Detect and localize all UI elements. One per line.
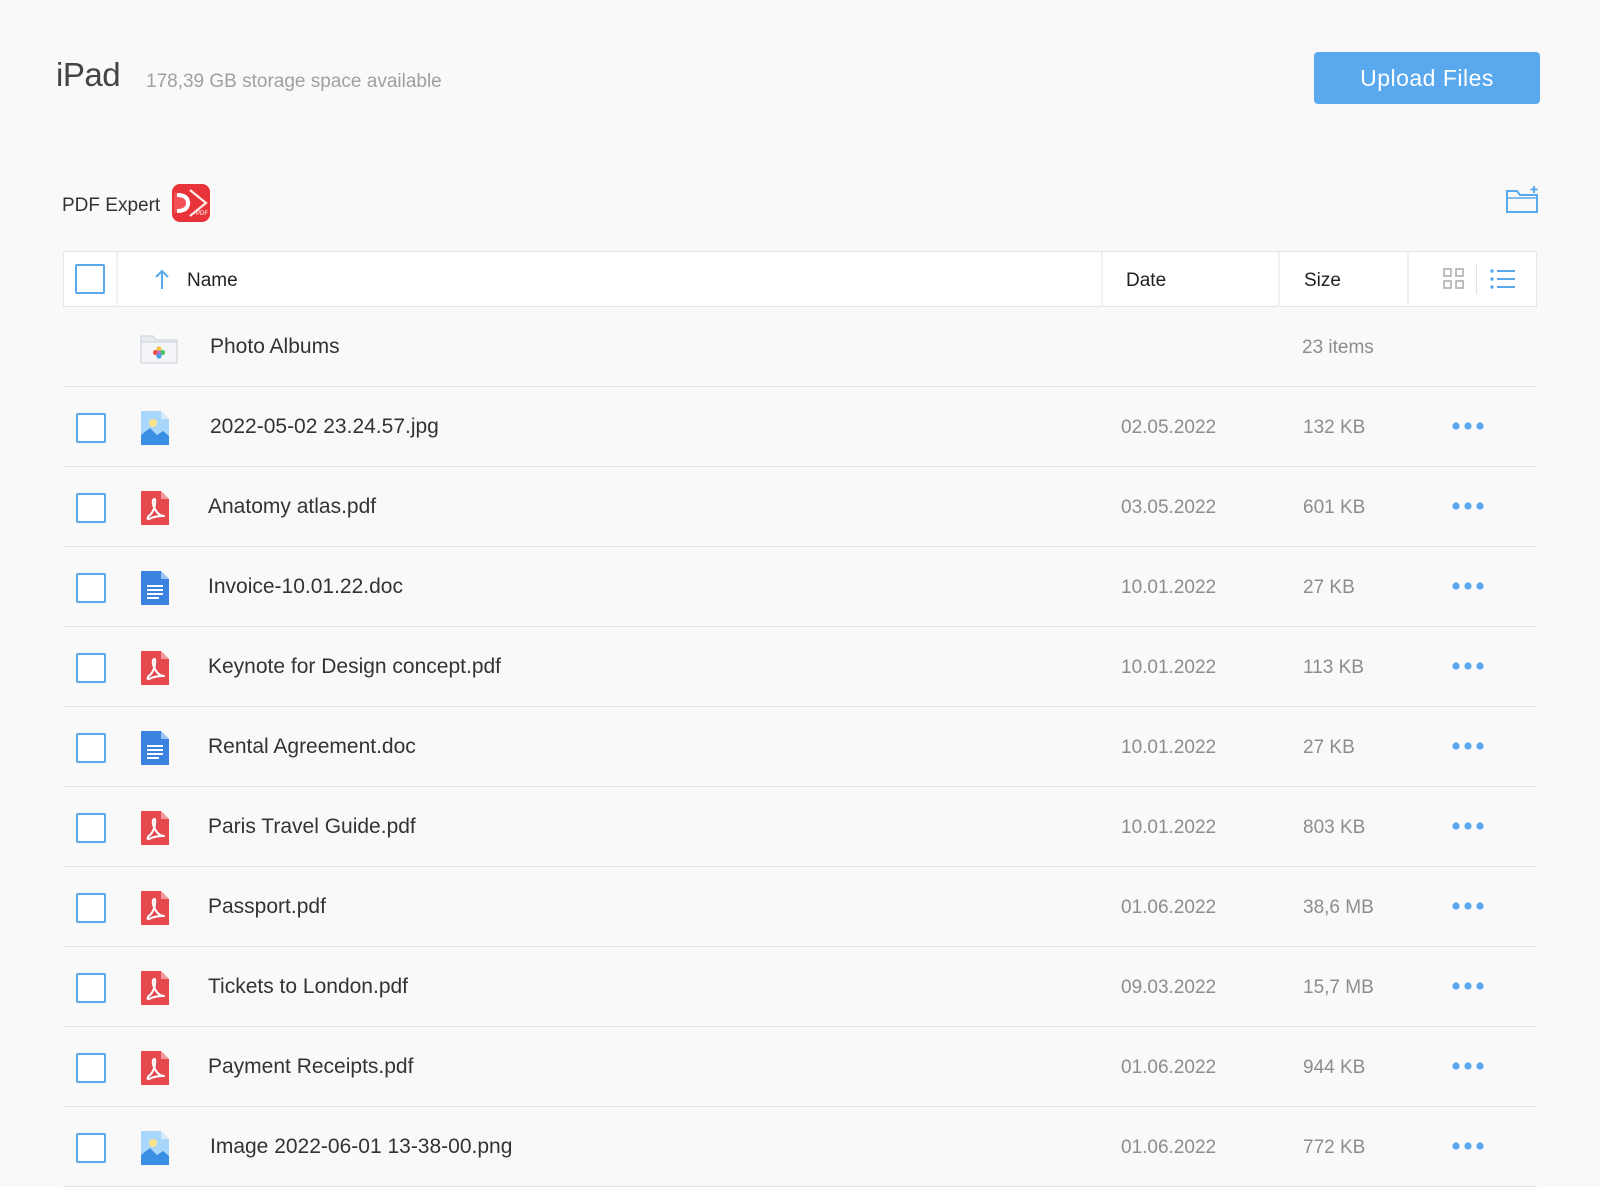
file-date: 10.01.2022	[1121, 577, 1217, 598]
image-file-icon	[141, 411, 169, 445]
toggle-divider	[1476, 264, 1477, 294]
more-options-icon[interactable]	[1451, 737, 1485, 755]
pdf-file-icon	[141, 891, 169, 925]
file-name: Image 2022-06-01 13-38-00.png	[210, 1135, 513, 1158]
pdf-expert-app-icon: PDF	[172, 184, 210, 222]
file-date: 01.06.2022	[1121, 1057, 1217, 1078]
app-name: PDF Expert	[62, 195, 161, 216]
more-options-icon[interactable]	[1451, 577, 1485, 595]
file-date: 10.01.2022	[1121, 817, 1217, 838]
file-date: 02.05.2022	[1121, 417, 1217, 438]
file-size: 113 KB	[1303, 657, 1364, 678]
table-row[interactable]: Invoice-10.01.22.doc 10.01.2022 27 KB	[63, 547, 1537, 627]
pdf-file-icon	[141, 491, 169, 525]
column-header-name[interactable]: Name	[187, 270, 238, 292]
file-size: 15,7 MB	[1303, 977, 1374, 998]
file-size: 944 KB	[1303, 1057, 1366, 1078]
pdf-file-icon	[141, 1051, 169, 1085]
file-name: Anatomy atlas.pdf	[208, 495, 377, 518]
file-size: 772 KB	[1303, 1137, 1366, 1158]
doc-file-icon	[141, 731, 169, 765]
device-name: iPad	[56, 56, 121, 93]
table-row[interactable]: 2022-05-02 23.24.57.jpg 02.05.2022 132 KB	[63, 387, 1537, 467]
column-divider	[1278, 252, 1280, 307]
row-checkbox[interactable]	[76, 573, 106, 603]
file-name: Keynote for Design concept.pdf	[208, 655, 502, 678]
file-date: 03.05.2022	[1121, 497, 1217, 518]
file-size: 27 KB	[1303, 577, 1355, 598]
image-file-icon	[141, 1131, 169, 1165]
column-header-size[interactable]: Size	[1304, 270, 1341, 292]
folder-name: Photo Albums	[210, 335, 340, 358]
row-checkbox[interactable]	[76, 1133, 106, 1163]
doc-file-icon	[141, 571, 169, 605]
more-options-icon[interactable]	[1451, 497, 1485, 515]
file-size: 803 KB	[1303, 817, 1366, 838]
column-divider	[116, 252, 118, 307]
file-date: 09.03.2022	[1121, 977, 1217, 998]
pdf-file-icon	[141, 651, 169, 685]
app-icon-text: PDF	[196, 211, 208, 217]
row-checkbox[interactable]	[76, 493, 106, 523]
row-checkbox[interactable]	[76, 813, 106, 843]
file-date: 10.01.2022	[1121, 657, 1217, 678]
row-checkbox[interactable]	[76, 1053, 106, 1083]
file-size: 601 KB	[1303, 497, 1366, 518]
upload-files-button[interactable]: Upload Files	[1314, 52, 1540, 104]
app-section: PDF Expert PDF	[62, 184, 1540, 224]
table-row[interactable]: Passport.pdf 01.06.2022 38,6 MB	[63, 867, 1537, 947]
file-date: 10.01.2022	[1121, 737, 1217, 758]
column-divider	[1407, 252, 1409, 307]
file-name: Invoice-10.01.22.doc	[208, 575, 403, 598]
file-name: 2022-05-02 23.24.57.jpg	[210, 415, 439, 438]
sort-up-icon[interactable]	[154, 267, 170, 291]
file-name: Passport.pdf	[208, 895, 326, 918]
table-row[interactable]: Anatomy atlas.pdf 03.05.2022 601 KB	[63, 467, 1537, 547]
more-options-icon[interactable]	[1451, 1137, 1485, 1155]
column-header-date[interactable]: Date	[1126, 270, 1166, 292]
more-options-icon[interactable]	[1451, 977, 1485, 995]
row-checkbox[interactable]	[76, 893, 106, 923]
more-options-icon[interactable]	[1451, 417, 1485, 435]
file-table: Name Date Size Photo Albums 23 items 202…	[63, 251, 1537, 1187]
file-date: 01.06.2022	[1121, 1137, 1217, 1158]
table-row[interactable]: Payment Receipts.pdf 01.06.2022 944 KB	[63, 1027, 1537, 1107]
pdf-file-icon	[141, 811, 169, 845]
table-row[interactable]: Tickets to London.pdf 09.03.2022 15,7 MB	[63, 947, 1537, 1027]
table-row[interactable]: Image 2022-06-01 13-38-00.png 01.06.2022 7…	[63, 1107, 1537, 1187]
file-name: Paris Travel Guide.pdf	[208, 815, 416, 838]
file-size: 38,6 MB	[1303, 897, 1374, 918]
column-divider	[1101, 252, 1103, 307]
file-name: Tickets to London.pdf	[208, 975, 409, 998]
folder-item-count: 23 items	[1302, 337, 1374, 358]
grid-view-icon[interactable]	[1442, 266, 1466, 292]
select-all-checkbox[interactable]	[75, 264, 105, 294]
more-options-icon[interactable]	[1451, 817, 1485, 835]
photo-albums-folder-icon	[140, 335, 178, 364]
file-name: Rental Agreement.doc	[208, 735, 416, 758]
pdf-file-icon	[141, 971, 169, 1005]
row-checkbox[interactable]	[76, 733, 106, 763]
folder-row-photo-albums[interactable]: Photo Albums 23 items	[63, 307, 1537, 387]
new-folder-icon[interactable]	[1506, 186, 1540, 214]
table-header: Name Date Size	[63, 251, 1537, 307]
row-checkbox[interactable]	[76, 973, 106, 1003]
file-list: 2022-05-02 23.24.57.jpg 02.05.2022 132 KB A…	[63, 387, 1537, 1187]
table-row[interactable]: Keynote for Design concept.pdf 10.01.2022…	[63, 627, 1537, 707]
file-date: 01.06.2022	[1121, 897, 1217, 918]
more-options-icon[interactable]	[1451, 657, 1485, 675]
list-view-icon[interactable]	[1489, 266, 1517, 292]
storage-info: 178,39 GB storage space available	[146, 71, 442, 92]
file-size: 132 KB	[1303, 417, 1366, 438]
more-options-icon[interactable]	[1451, 897, 1485, 915]
row-checkbox[interactable]	[76, 653, 106, 683]
header: iPad 178,39 GB storage space available U…	[56, 52, 1540, 106]
more-options-icon[interactable]	[1451, 1057, 1485, 1075]
file-name: Payment Receipts.pdf	[208, 1055, 414, 1078]
file-size: 27 KB	[1303, 737, 1355, 758]
table-row[interactable]: Rental Agreement.doc 10.01.2022 27 KB	[63, 707, 1537, 787]
row-checkbox[interactable]	[76, 413, 106, 443]
table-row[interactable]: Paris Travel Guide.pdf 10.01.2022 803 KB	[63, 787, 1537, 867]
